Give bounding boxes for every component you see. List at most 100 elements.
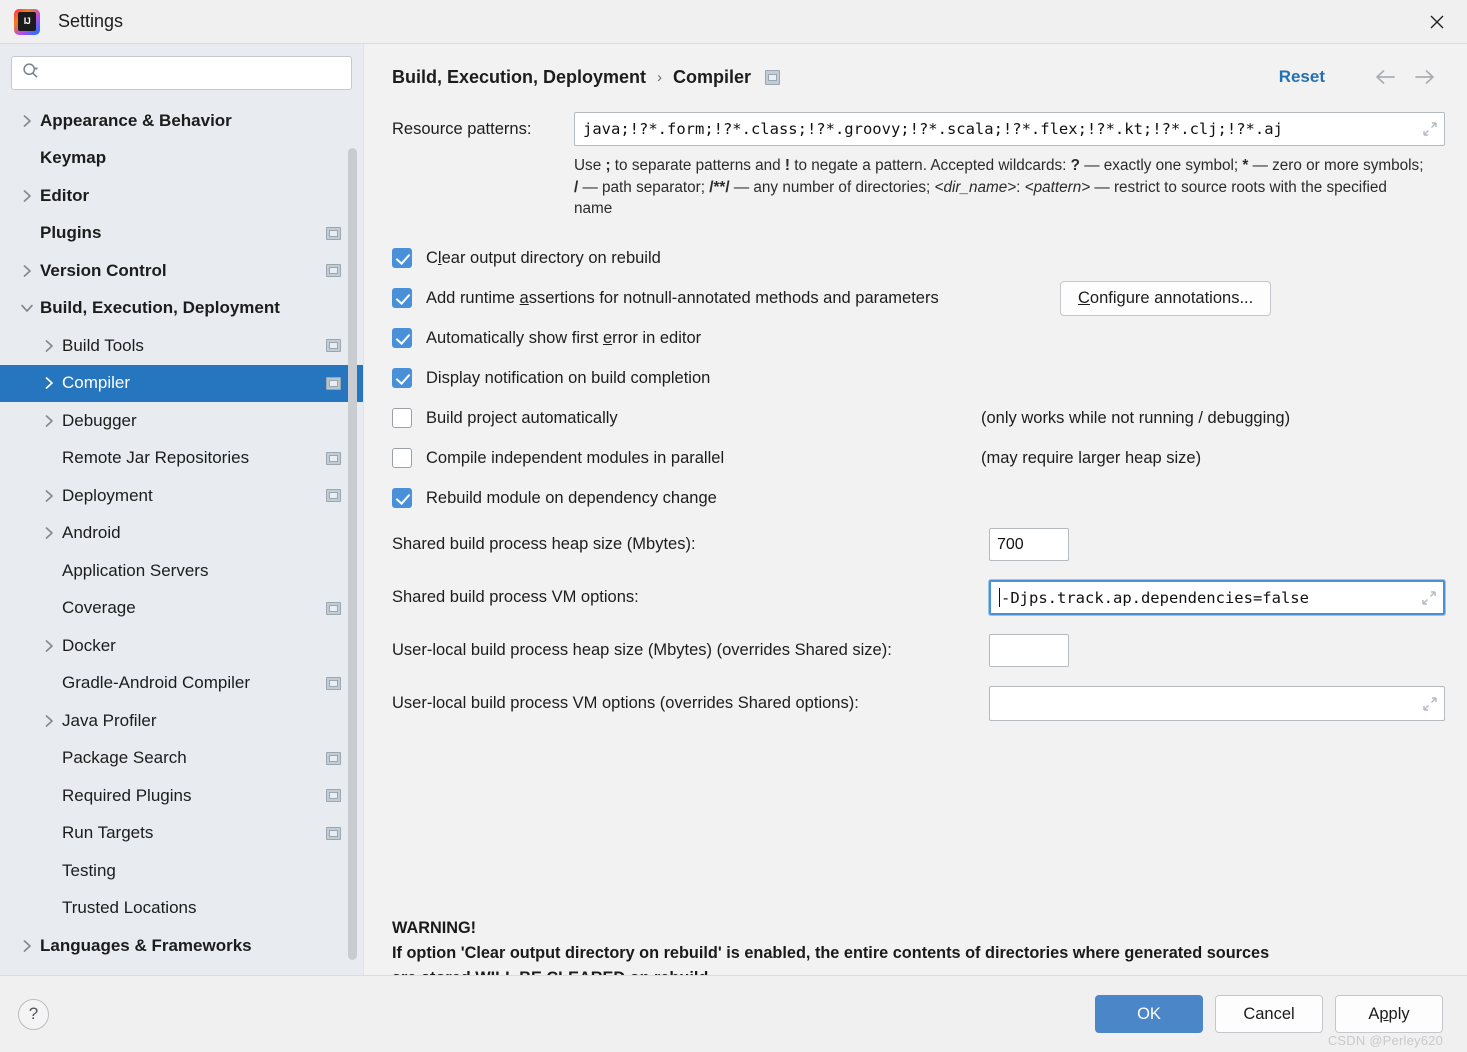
checkbox-row: Build project automatically (only works w… xyxy=(392,398,1445,438)
sidebar-item-label: Package Search xyxy=(62,748,187,768)
heap-size-input[interactable]: 700 xyxy=(989,528,1069,562)
settings-sidebar: Appearance & Behavior Keymap Editor Plugins… xyxy=(0,44,364,975)
checkbox-label[interactable]: Build project automatically xyxy=(426,409,618,428)
sidebar-item-label: Version Control xyxy=(40,260,167,280)
breadcrumb-root[interactable]: Build, Execution, Deployment xyxy=(392,67,646,88)
chevron-right-icon[interactable] xyxy=(36,714,62,728)
build-process-fields: Shared build process heap size (Mbytes):… xyxy=(392,518,1445,730)
project-scope-badge-icon xyxy=(326,451,341,465)
checkbox-unchecked[interactable] xyxy=(392,408,412,429)
field-row: User-local build process VM options (ove… xyxy=(392,677,1445,730)
sidebar-item-label: Android xyxy=(62,523,121,543)
checkbox-checked[interactable] xyxy=(392,248,412,269)
chevron-right-icon[interactable] xyxy=(14,264,40,278)
header-actions: Reset xyxy=(1279,67,1445,87)
sidebar-item-coverage[interactable]: Coverage xyxy=(0,590,363,628)
settings-tree[interactable]: Appearance & Behavior Keymap Editor Plugins… xyxy=(0,100,363,975)
checkbox-checked[interactable] xyxy=(392,288,412,309)
sidebar-item-keymap[interactable]: Keymap xyxy=(0,140,363,178)
chevron-right-icon[interactable] xyxy=(14,189,40,203)
sidebar-item-build-execution-deployment[interactable]: Build, Execution, Deployment xyxy=(0,290,363,328)
chevron-right-icon[interactable] xyxy=(36,376,62,390)
expand-icon[interactable] xyxy=(1422,696,1438,712)
arrow-left-icon[interactable] xyxy=(1365,68,1405,86)
sidebar-item-build-tools[interactable]: Build Tools xyxy=(0,327,363,365)
sidebar-item-appearance-behavior[interactable]: Appearance & Behavior xyxy=(0,102,363,140)
heap-size-input[interactable] xyxy=(989,634,1069,668)
sidebar-item-version-control[interactable]: Version Control xyxy=(0,252,363,290)
arrow-right-icon[interactable] xyxy=(1405,68,1445,86)
title-bar: Settings xyxy=(0,0,1467,44)
search-input[interactable] xyxy=(46,57,343,89)
sidebar-item-label: Plugins xyxy=(40,223,102,243)
warning-title: WARNING! xyxy=(392,919,477,937)
help-button[interactable]: ? xyxy=(18,998,49,1030)
sidebar-scrollbar-thumb[interactable] xyxy=(348,148,357,960)
warning-line-2: are stored WILL BE CLEARED on rebuild. xyxy=(392,966,1269,975)
sidebar-item-trusted-locations[interactable]: Trusted Locations xyxy=(0,890,363,928)
sidebar-item-docker[interactable]: Docker xyxy=(0,627,363,665)
vm-options-input-wrapper xyxy=(989,686,1445,722)
project-scope-badge-icon xyxy=(326,489,341,503)
sidebar-item-application-servers[interactable]: Application Servers xyxy=(0,552,363,590)
project-scope-badge-icon xyxy=(326,601,341,615)
chevron-right-icon[interactable] xyxy=(14,939,40,953)
warning-line-1: If option 'Clear output directory on reb… xyxy=(392,943,1270,962)
apply-button[interactable]: Ap ply xyxy=(1335,995,1443,1033)
chevron-right-icon[interactable] xyxy=(36,639,62,653)
sidebar-item-java-profiler[interactable]: Java Profiler xyxy=(0,702,363,740)
configure-annotations-button[interactable]: Configure annotations... xyxy=(1060,280,1272,316)
breadcrumb-separator: › xyxy=(657,68,663,86)
checkbox-label[interactable]: Add runtime assertions for notnull-annot… xyxy=(426,289,939,308)
sidebar-item-remote-jar-repositories[interactable]: Remote Jar Repositories xyxy=(0,440,363,478)
checkbox-checked[interactable] xyxy=(392,368,412,389)
chevron-right-icon[interactable] xyxy=(36,339,62,353)
sidebar-item-debugger[interactable]: Debugger xyxy=(0,402,363,440)
chevron-right-icon[interactable] xyxy=(36,489,62,503)
cancel-button[interactable]: Cancel xyxy=(1215,995,1323,1033)
sidebar-item-compiler[interactable]: Compiler xyxy=(0,364,363,402)
reset-link[interactable]: Reset xyxy=(1279,67,1325,87)
ok-button[interactable]: OK xyxy=(1095,995,1203,1033)
checkbox-unchecked[interactable] xyxy=(392,448,412,469)
sidebar-item-run-targets[interactable]: Run Targets xyxy=(0,815,363,853)
compiler-options-list: Clear output directory on rebuild Add run… xyxy=(392,238,1445,518)
sidebar-item-label: Java Profiler xyxy=(62,710,157,730)
sidebar-item-gradle-android-compiler[interactable]: Gradle-Android Compiler xyxy=(0,665,363,703)
chevron-right-icon[interactable] xyxy=(36,526,62,540)
checkbox-label[interactable]: Rebuild module on dependency change xyxy=(426,489,717,508)
expand-icon[interactable] xyxy=(1422,121,1438,137)
checkbox-side-note: (only works while not running / debuggin… xyxy=(981,408,1291,427)
resource-patterns-input[interactable]: java;!?*.form;!?*.class;!?*.groovy;!?*.s… xyxy=(574,112,1445,146)
checkbox-label[interactable]: Compile independent modules in parallel xyxy=(426,449,724,468)
chevron-right-icon[interactable] xyxy=(14,114,40,128)
checkbox-row: Add runtime assertions for notnull-annot… xyxy=(392,278,1445,318)
checkbox-checked[interactable] xyxy=(392,488,412,509)
sidebar-item-languages-frameworks[interactable]: Languages & Frameworks xyxy=(0,927,363,965)
field-row: User-local build process heap size (Mbyt… xyxy=(392,624,1445,677)
sidebar-item-android[interactable]: Android xyxy=(0,515,363,553)
window-title: Settings xyxy=(58,11,124,31)
chevron-down-icon[interactable] xyxy=(14,303,40,314)
settings-main-panel: Build, Execution, Deployment › Compiler … xyxy=(364,44,1467,975)
project-scope-badge-icon xyxy=(326,376,341,390)
vm-options-input[interactable]: -Djps.track.ap.dependencies=false xyxy=(989,580,1445,616)
chevron-right-icon[interactable] xyxy=(36,414,62,428)
sidebar-item-package-search[interactable]: Package Search xyxy=(0,740,363,778)
sidebar-item-required-plugins[interactable]: Required Plugins xyxy=(0,777,363,815)
checkbox-checked[interactable] xyxy=(392,328,412,349)
field-label: Shared build process VM options: xyxy=(392,588,639,607)
sidebar-item-deployment[interactable]: Deployment xyxy=(0,477,363,515)
sidebar-item-plugins[interactable]: Plugins xyxy=(0,215,363,253)
sidebar-scrollbar-track[interactable] xyxy=(348,50,360,969)
close-button[interactable] xyxy=(1407,0,1467,43)
field-row: Shared build process heap size (Mbytes):… xyxy=(392,518,1445,571)
sidebar-item-testing[interactable]: Testing xyxy=(0,852,363,890)
sidebar-item-editor[interactable]: Editor xyxy=(0,177,363,215)
checkbox-label[interactable]: Clear output directory on rebuild xyxy=(426,249,661,268)
search-box[interactable] xyxy=(11,56,352,90)
checkbox-label[interactable]: Automatically show first error in editor xyxy=(426,329,701,348)
expand-icon[interactable] xyxy=(1421,590,1437,606)
vm-options-input[interactable] xyxy=(989,686,1445,722)
checkbox-label[interactable]: Display notification on build completion xyxy=(426,369,710,388)
